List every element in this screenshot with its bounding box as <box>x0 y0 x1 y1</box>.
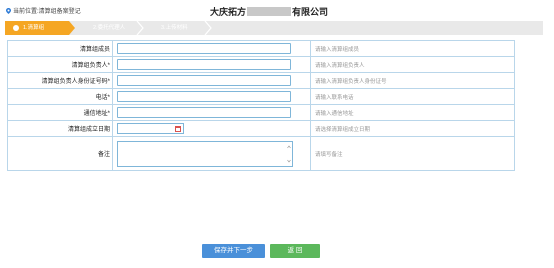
form-row-phone: 电话* 请输入联系电话 <box>7 88 515 105</box>
members-label: 清算组成员 <box>7 40 113 57</box>
form-row-members: 清算组成员 请输入清算组成员 <box>7 40 515 57</box>
form-row-address: 通信地址* 请输入通信地址 <box>7 104 515 121</box>
leader-input[interactable] <box>117 59 291 70</box>
step-1[interactable]: 1.清算组 <box>5 21 75 35</box>
leader-id-label: 清算组负责人身份证号码* <box>7 72 113 89</box>
address-label: 通信地址* <box>7 104 113 121</box>
phone-hint: 请输入联系电话 <box>310 88 515 105</box>
step-2[interactable]: 2.委托代理人 <box>75 21 145 35</box>
calendar-icon[interactable] <box>175 126 181 132</box>
form-row-leader: 清算组负责人* 请输入清算组负责人 <box>7 56 515 73</box>
company-title: 大庆拓方 有限公司 <box>210 5 328 18</box>
remark-label: 备注 <box>7 136 113 171</box>
form-row-date: 清算组成立日期 请选择清算组成立日期 <box>7 120 515 137</box>
remark-textarea[interactable] <box>117 140 293 167</box>
form-row-remark: 备注 请填写备注 <box>7 136 515 171</box>
address-hint: 请输入通信地址 <box>310 104 515 121</box>
leader-label: 清算组负责人* <box>7 56 113 73</box>
step-progress-bar: 1.清算组 2.委托代理人 3.上传材料 <box>5 21 543 35</box>
breadcrumb-page: 清算组备案登记 <box>38 9 81 15</box>
top-bar: 当前位置: 清算组备案登记 大庆拓方 有限公司 <box>0 0 554 18</box>
form-row-leader-id: 清算组负责人身份证号码* 请输入清算组负责人身份证号 <box>7 72 515 89</box>
step-1-person-icon <box>13 25 19 31</box>
textarea-scroll-arrows-icon[interactable] <box>287 145 291 163</box>
step-2-label: 2.委托代理人 <box>93 25 126 31</box>
step-1-label: 1.清算组 <box>23 25 45 31</box>
registration-form: 清算组成员 请输入清算组成员 清算组负责人* 请输入清算组负责人 清算组负责人身… <box>7 40 515 171</box>
step-3-label: 3.上传材料 <box>161 25 188 31</box>
members-hint: 请输入清算组成员 <box>310 40 515 57</box>
date-hint: 请选择清算组成立日期 <box>310 120 515 137</box>
save-next-button[interactable]: 保存并下一步 <box>202 244 265 258</box>
back-button[interactable]: 返 回 <box>270 244 320 258</box>
address-input[interactable] <box>117 107 291 118</box>
company-name-end: 有限公司 <box>292 7 329 17</box>
step-3[interactable]: 3.上传材料 <box>143 21 213 35</box>
leader-id-hint: 请输入清算组负责人身份证号 <box>310 72 515 89</box>
leader-hint: 请输入清算组负责人 <box>310 56 515 73</box>
phone-label: 电话* <box>7 88 113 105</box>
phone-input[interactable] <box>117 91 291 102</box>
redacted-block <box>247 7 292 16</box>
leader-id-input[interactable] <box>117 75 291 86</box>
members-input[interactable] <box>117 43 291 54</box>
location-pin-icon <box>6 7 11 14</box>
date-label: 清算组成立日期 <box>7 120 113 137</box>
date-input[interactable] <box>117 123 184 134</box>
remark-hint: 请填写备注 <box>310 136 515 171</box>
breadcrumb: 当前位置: 清算组备案登记 <box>6 6 81 15</box>
company-name-start: 大庆拓方 <box>210 7 247 17</box>
breadcrumb-prefix: 当前位置: <box>13 9 39 15</box>
